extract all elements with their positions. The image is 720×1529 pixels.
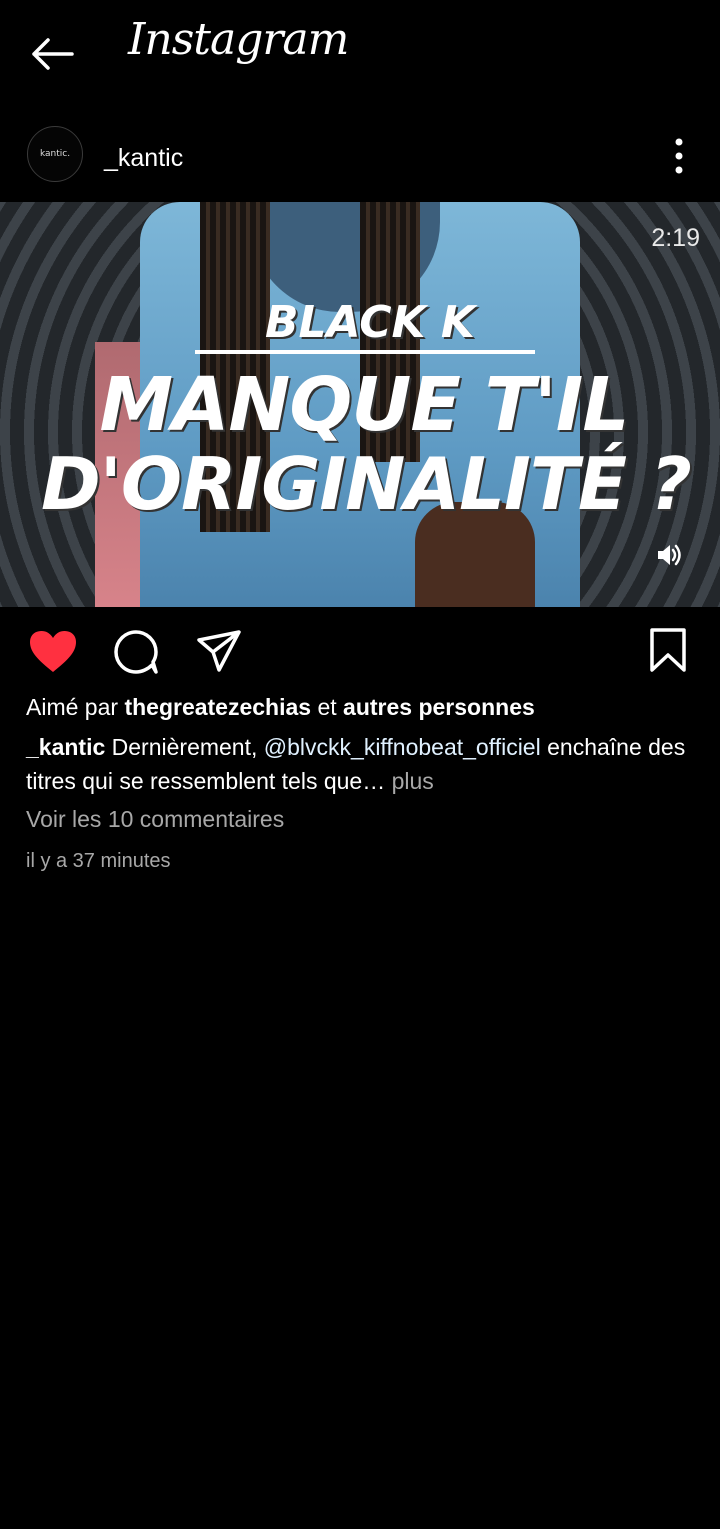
post-caption: _kantic Dernièrement, @blvckk_kiffnobeat… [26,730,706,798]
view-comments-link[interactable]: Voir les 10 commentaires [26,806,284,833]
likes-summary[interactable]: Aimé par thegreatezechias et autres pers… [26,690,706,724]
top-bar: Instagram [0,0,720,108]
caption-more-link[interactable]: plus [392,768,434,794]
more-options-icon[interactable] [664,134,694,178]
liker-username[interactable]: thegreatezechias [124,694,311,720]
send-icon[interactable] [196,628,242,674]
video-duration: 2:19 [651,224,700,252]
likes-prefix: Aimé par [26,694,119,720]
action-bar [0,607,720,692]
avatar[interactable]: kantic. [27,126,83,182]
avatar-text: kantic. [39,149,71,159]
caption-mention[interactable]: @blvckk_kiffnobeat_officiel [264,734,541,760]
video-title-line1: BLACK K [264,297,476,348]
likes-others[interactable]: autres personnes [343,694,535,720]
back-arrow-icon[interactable] [26,34,78,74]
volume-icon[interactable] [654,540,684,570]
likes-joiner: et [317,694,337,720]
heart-icon[interactable] [28,629,78,675]
caption-text-start: Dernièrement, [111,734,258,760]
instagram-logo[interactable]: Instagram [128,14,349,65]
post-header: kantic. _kantic [0,120,720,200]
post-video[interactable]: BLACK K MANQUE T'IL D'ORIGINALITÉ ? 2:19 [0,202,720,607]
post-timestamp: il y a 37 minutes [26,850,171,872]
video-title-divider [195,350,535,354]
video-title-line3: D'ORIGINALITÉ ? [41,442,692,526]
bookmark-icon[interactable] [648,627,688,673]
post-username[interactable]: _kantic [104,144,183,173]
caption-username[interactable]: _kantic [26,734,105,760]
video-title-line2: MANQUE T'IL [99,362,630,448]
comment-icon[interactable] [112,628,160,676]
